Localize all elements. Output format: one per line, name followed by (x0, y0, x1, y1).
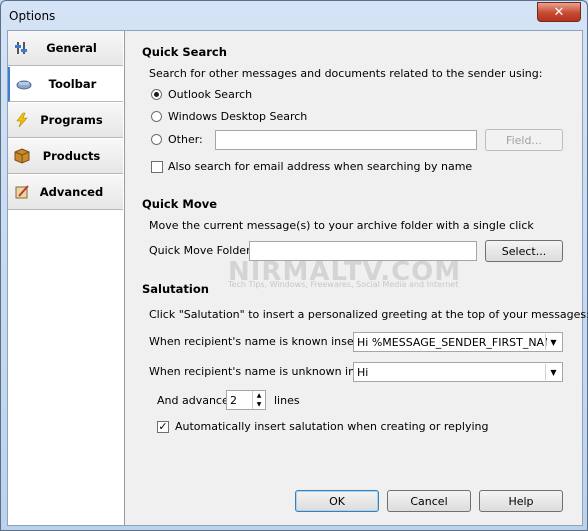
unknown-name-salutation-select[interactable]: Hi ▼ (353, 362, 563, 382)
spin-down-icon[interactable]: ▼ (252, 400, 265, 409)
windows-desktop-search-radio[interactable] (151, 111, 162, 122)
sidebar-item-label: Products (42, 149, 101, 163)
products-icon (14, 148, 30, 164)
chevron-down-icon[interactable]: ▼ (545, 334, 561, 350)
ok-button[interactable]: OK (295, 490, 379, 512)
outlook-search-radio[interactable] (151, 89, 162, 100)
salutation-heading: Salutation (142, 282, 209, 296)
known-name-label: When recipient's name is known insert: (149, 335, 367, 348)
select-folder-button[interactable]: Select... (485, 240, 563, 262)
auto-insert-salutation-label: Automatically insert salutation when cre… (175, 420, 489, 433)
outlook-search-label[interactable]: Outlook Search (168, 88, 252, 101)
advance-lines-value: 2 (230, 394, 237, 407)
advance-lines-stepper[interactable]: 2 ▲ ▼ (226, 390, 266, 410)
window-title: Options (9, 9, 56, 23)
sidebar-item-label: Advanced (39, 185, 104, 199)
advance-unit-label: lines (274, 394, 300, 407)
sidebar-item-label: Toolbar (48, 77, 97, 91)
other-search-input[interactable] (215, 130, 477, 150)
advance-label: And advance (157, 394, 229, 407)
salutation-description: Click "Salutation" to insert a personali… (149, 308, 588, 321)
advanced-icon (14, 184, 30, 200)
sidebar-item-advanced[interactable]: Advanced (8, 175, 123, 210)
options-dialog: Options ✕ General Toolbar Programs Produ… (0, 0, 588, 531)
sidebar-item-label: General (46, 41, 97, 55)
sidebar-item-general[interactable]: General (8, 31, 123, 66)
sidebar: General Toolbar Programs Products Advanc… (8, 31, 125, 525)
auto-insert-salutation-checkbox[interactable]: ✓ (157, 421, 169, 433)
also-search-email-checkbox[interactable] (151, 161, 163, 173)
spin-up-icon[interactable]: ▲ (252, 391, 265, 400)
dialog-client: General Toolbar Programs Products Advanc… (7, 30, 588, 526)
toolbar-settings-panel: Quick Search Search for other messages a… (125, 31, 588, 525)
windows-desktop-search-label[interactable]: Windows Desktop Search (168, 110, 307, 123)
close-button[interactable]: ✕ (537, 2, 581, 22)
other-search-radio[interactable] (151, 134, 162, 145)
quick-search-description: Search for other messages and documents … (149, 67, 543, 80)
help-button[interactable]: Help (479, 490, 563, 512)
known-name-salutation-value: Hi %MESSAGE_SENDER_FIRST_NAME%, (357, 336, 547, 349)
general-icon (14, 40, 30, 56)
unknown-name-salutation-value: Hi (357, 366, 369, 379)
watermark-subtext: Tech Tips, Windows, Freewares, Social Me… (228, 280, 459, 289)
programs-icon (14, 112, 30, 128)
field-button[interactable]: Field... (485, 129, 563, 151)
toolbar-icon (16, 76, 32, 92)
quick-search-heading: Quick Search (142, 45, 227, 59)
quick-move-heading: Quick Move (142, 197, 218, 211)
unknown-name-label: When recipient's name is unknown insert: (149, 365, 381, 378)
quick-move-folder-label: Quick Move Folder: (149, 244, 255, 257)
close-icon: ✕ (553, 4, 565, 20)
quick-move-description: Move the current message(s) to your arch… (149, 219, 534, 232)
sidebar-item-programs[interactable]: Programs (8, 103, 123, 138)
known-name-salutation-select[interactable]: Hi %MESSAGE_SENDER_FIRST_NAME%, ▼ (353, 332, 563, 352)
sidebar-item-label: Programs (40, 113, 103, 127)
chevron-down-icon[interactable]: ▼ (545, 364, 561, 380)
other-search-label[interactable]: Other: (168, 133, 203, 146)
cancel-button[interactable]: Cancel (387, 490, 471, 512)
also-search-email-label: Also search for email address when searc… (168, 160, 473, 173)
sidebar-item-toolbar[interactable]: Toolbar (8, 67, 123, 102)
title-bar: Options ✕ (1, 1, 587, 31)
sidebar-item-products[interactable]: Products (8, 139, 123, 174)
